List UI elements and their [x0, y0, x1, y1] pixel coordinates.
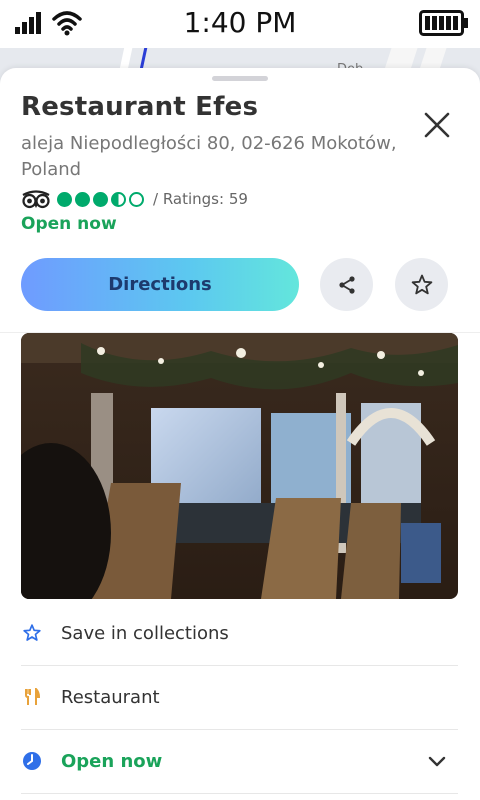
- place-address: aleja Niepodległości 80, 02-626 Mokotów,…: [21, 133, 397, 180]
- rating-bubbles: [57, 191, 147, 207]
- category-row[interactable]: Restaurant: [21, 665, 458, 730]
- clock-icon: [21, 750, 43, 772]
- category-label: Restaurant: [61, 686, 160, 708]
- opening-hours-label: Open now: [61, 750, 163, 772]
- rating-bubble: [93, 191, 108, 207]
- sheet-drag-handle[interactable]: [212, 76, 268, 81]
- opening-hours-row[interactable]: Open now: [21, 729, 458, 794]
- battery-icon: [419, 10, 468, 36]
- directions-button[interactable]: Directions: [21, 258, 299, 311]
- close-icon[interactable]: [418, 106, 456, 144]
- star-outline-icon: [21, 622, 43, 644]
- star-icon: [411, 274, 432, 294]
- rating-bubble: [111, 191, 126, 207]
- restaurant-icon: [21, 686, 43, 708]
- save-in-collections-label: Save in collections: [61, 622, 229, 644]
- place-title: Restaurant Efes: [21, 92, 259, 122]
- tripadvisor-owl-icon: [22, 190, 50, 209]
- clock-time: 1:40 PM: [183, 6, 297, 39]
- rating-bubble: [129, 191, 144, 207]
- share-button[interactable]: [320, 258, 373, 311]
- favorite-button[interactable]: [395, 258, 448, 311]
- share-icon: [338, 275, 355, 294]
- status-bar: 1:40 PM: [0, 0, 480, 48]
- chevron-down-icon[interactable]: [426, 750, 448, 772]
- rating-row: / Ratings: 59: [21, 188, 248, 210]
- place-details-sheet: Restaurant Efes aleja Niepodległości 80,…: [0, 68, 480, 800]
- rating-bubble: [57, 191, 72, 207]
- save-in-collections-row[interactable]: Save in collections: [21, 601, 458, 666]
- restaurant-photo[interactable]: [21, 333, 458, 599]
- ratings-count: / Ratings: 59: [153, 190, 248, 208]
- rating-bubble: [75, 191, 90, 207]
- open-status: Open now: [21, 214, 117, 234]
